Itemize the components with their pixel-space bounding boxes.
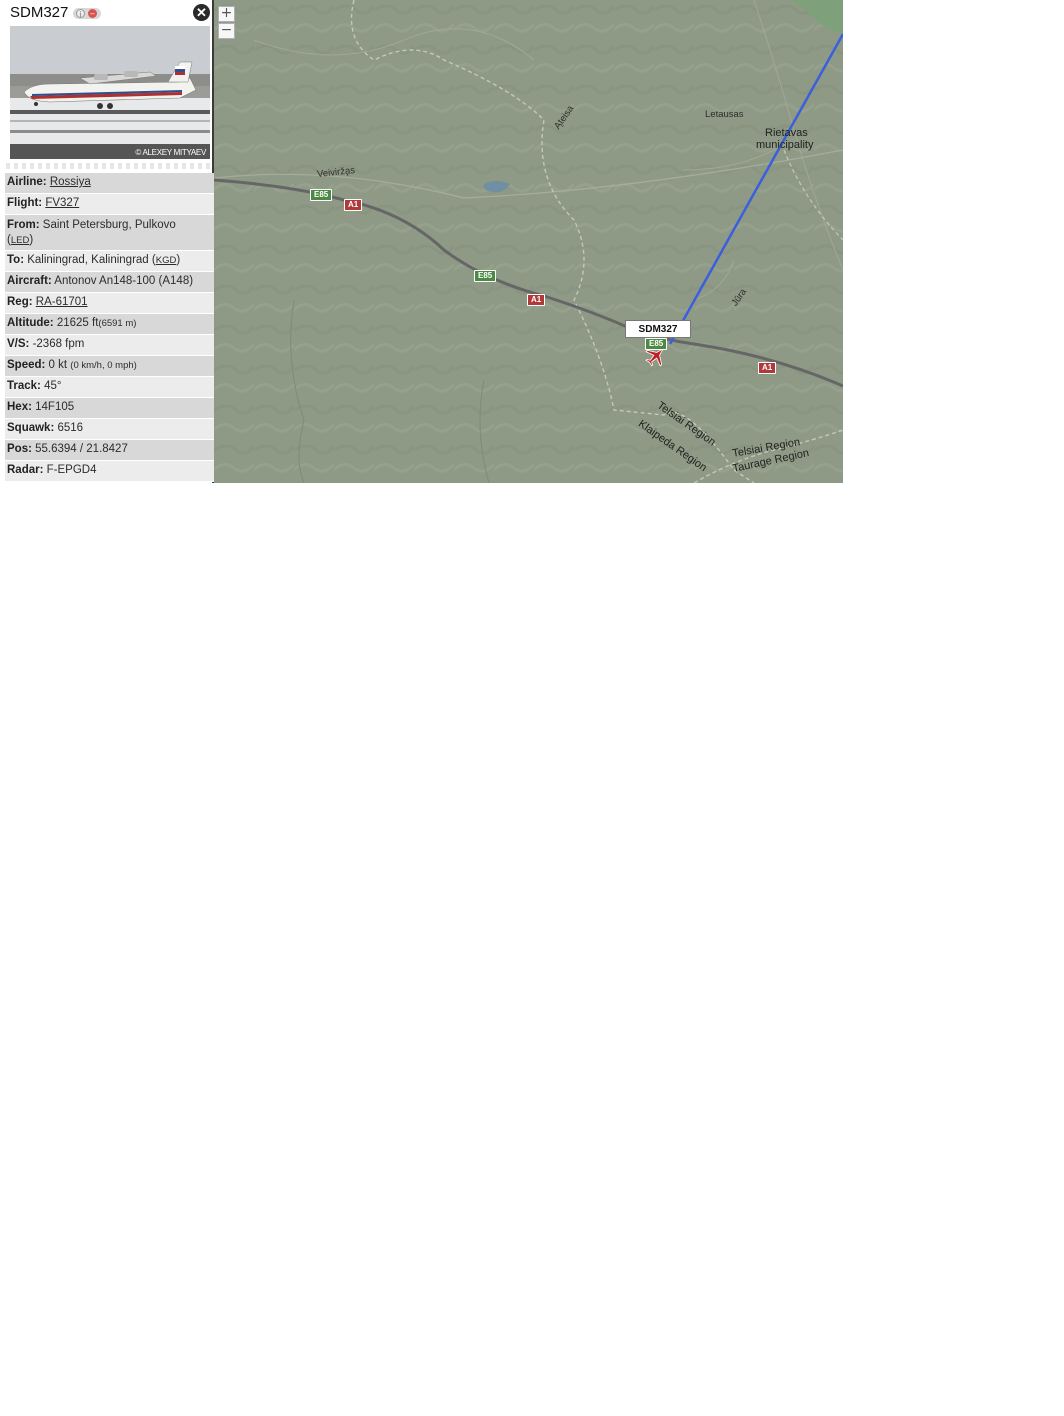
label-squawk: Squawk: [7,422,55,434]
flight-tracker: SDM327 i – ✕ © ALEXEY MITYAEV Airline: R… [0,0,843,483]
altitude-metric: (6591 m) [98,318,137,329]
info-icon[interactable]: i [76,9,85,19]
row-aircraft: Aircraft: Antonov An148-100 (A148) [5,272,214,293]
row-altitude: Altitude: 21625 ft(6591 m) [5,314,214,335]
speed-value: 0 kt [48,359,68,371]
row-from: From: Saint Petersburg, Pulkovo (LED) [5,215,214,251]
flight-info-panel: SDM327 i – ✕ © ALEXEY MITYAEV Airline: R… [0,0,214,483]
row-to: To: Kaliningrad, Kaliningrad (KGD) [5,251,214,272]
road-shield-a1: A1 [527,294,546,306]
label-track: Track: [7,380,41,392]
label-altitude: Altitude: [7,317,54,329]
label-from: From: [7,219,40,231]
aircraft-callsign-label[interactable]: SDM327 [625,320,691,338]
label-hex: Hex: [7,401,32,413]
row-speed: Speed: 0 kt (0 km/h, 0 mph) [5,356,214,377]
label-flight: Flight: [7,197,43,209]
row-radar: Radar: F-EPGD4 [5,461,214,482]
label-radar: Radar: [7,464,44,476]
road-shield-e85: E85 [645,338,668,350]
close-button[interactable]: ✕ [193,4,210,21]
row-pos: Pos: 55.6394 / 21.8427 [5,440,214,461]
vs-value: -2368 fpm [32,338,85,350]
photo-credit: © ALEXEY MITYAEV [135,148,206,157]
label-reg: Reg: [7,296,33,308]
airline-link[interactable]: Rossiya [50,176,91,188]
track-value: 45° [44,380,62,392]
callsign-title: SDM327 [10,4,69,21]
hex-value: 14F105 [35,401,75,413]
map-view[interactable]: + − E85 A1 E85 A1 E85 A1 Letausas Rietav… [214,0,843,483]
row-reg: Reg: RA-61701 [5,293,214,314]
row-flight: Flight: FV327 [5,194,214,215]
altitude-value: 21625 ft [56,317,99,329]
aircraft-photo[interactable]: © ALEXEY MITYAEV [10,26,210,159]
road-shield-a1: A1 [344,199,363,211]
reg-link[interactable]: RA-61701 [36,296,88,308]
photo-divider [6,163,212,169]
aircraft-photo-image [10,26,210,159]
road-shield-a1: A1 [758,362,777,374]
place-label: Letausas [705,109,744,120]
speed-secondary: (0 km/h, 0 mph) [70,360,137,371]
row-track: Track: 45° [5,377,214,398]
place-label: municipality [756,139,814,151]
place-label: Rietavas [765,127,808,139]
label-aircraft: Aircraft: [7,275,52,287]
label-airline: Airline: [7,176,47,188]
pos-value: 55.6394 / 21.8427 [35,443,128,455]
label-to: To: [7,254,25,266]
label-vs: V/S: [7,338,30,350]
road-shield-e85: E85 [310,189,333,201]
row-squawk: Squawk: 6516 [5,419,214,440]
flight-details: Airline: Rossiya Flight: FV327 From: Sai… [5,173,214,482]
aircraft-value: Antonov An148-100 (A148) [54,275,194,287]
flight-link[interactable]: FV327 [45,197,79,209]
radar-value: F-EPGD4 [46,464,97,476]
row-hex: Hex: 14F105 [5,398,214,419]
panel-header-icons: i – [73,8,101,19]
row-airline: Airline: Rossiya [5,173,214,194]
road-shield-e85: E85 [474,270,497,282]
label-pos: Pos: [7,443,32,455]
minimize-icon[interactable]: – [88,9,97,18]
map-canvas [214,0,843,483]
to-code-link[interactable]: KGD [156,255,177,266]
label-speed: Speed: [7,359,46,371]
row-vs: V/S: -2368 fpm [5,335,214,356]
squawk-value: 6516 [57,422,84,434]
zoom-in-button[interactable]: + [218,6,235,22]
zoom-out-button[interactable]: − [218,23,235,39]
to-value: Kaliningrad, Kaliningrad [27,254,149,266]
panel-header: SDM327 i – ✕ [0,0,214,26]
from-code-link[interactable]: LED [11,235,29,246]
from-value: Saint Petersburg, Pulkovo [42,219,176,231]
